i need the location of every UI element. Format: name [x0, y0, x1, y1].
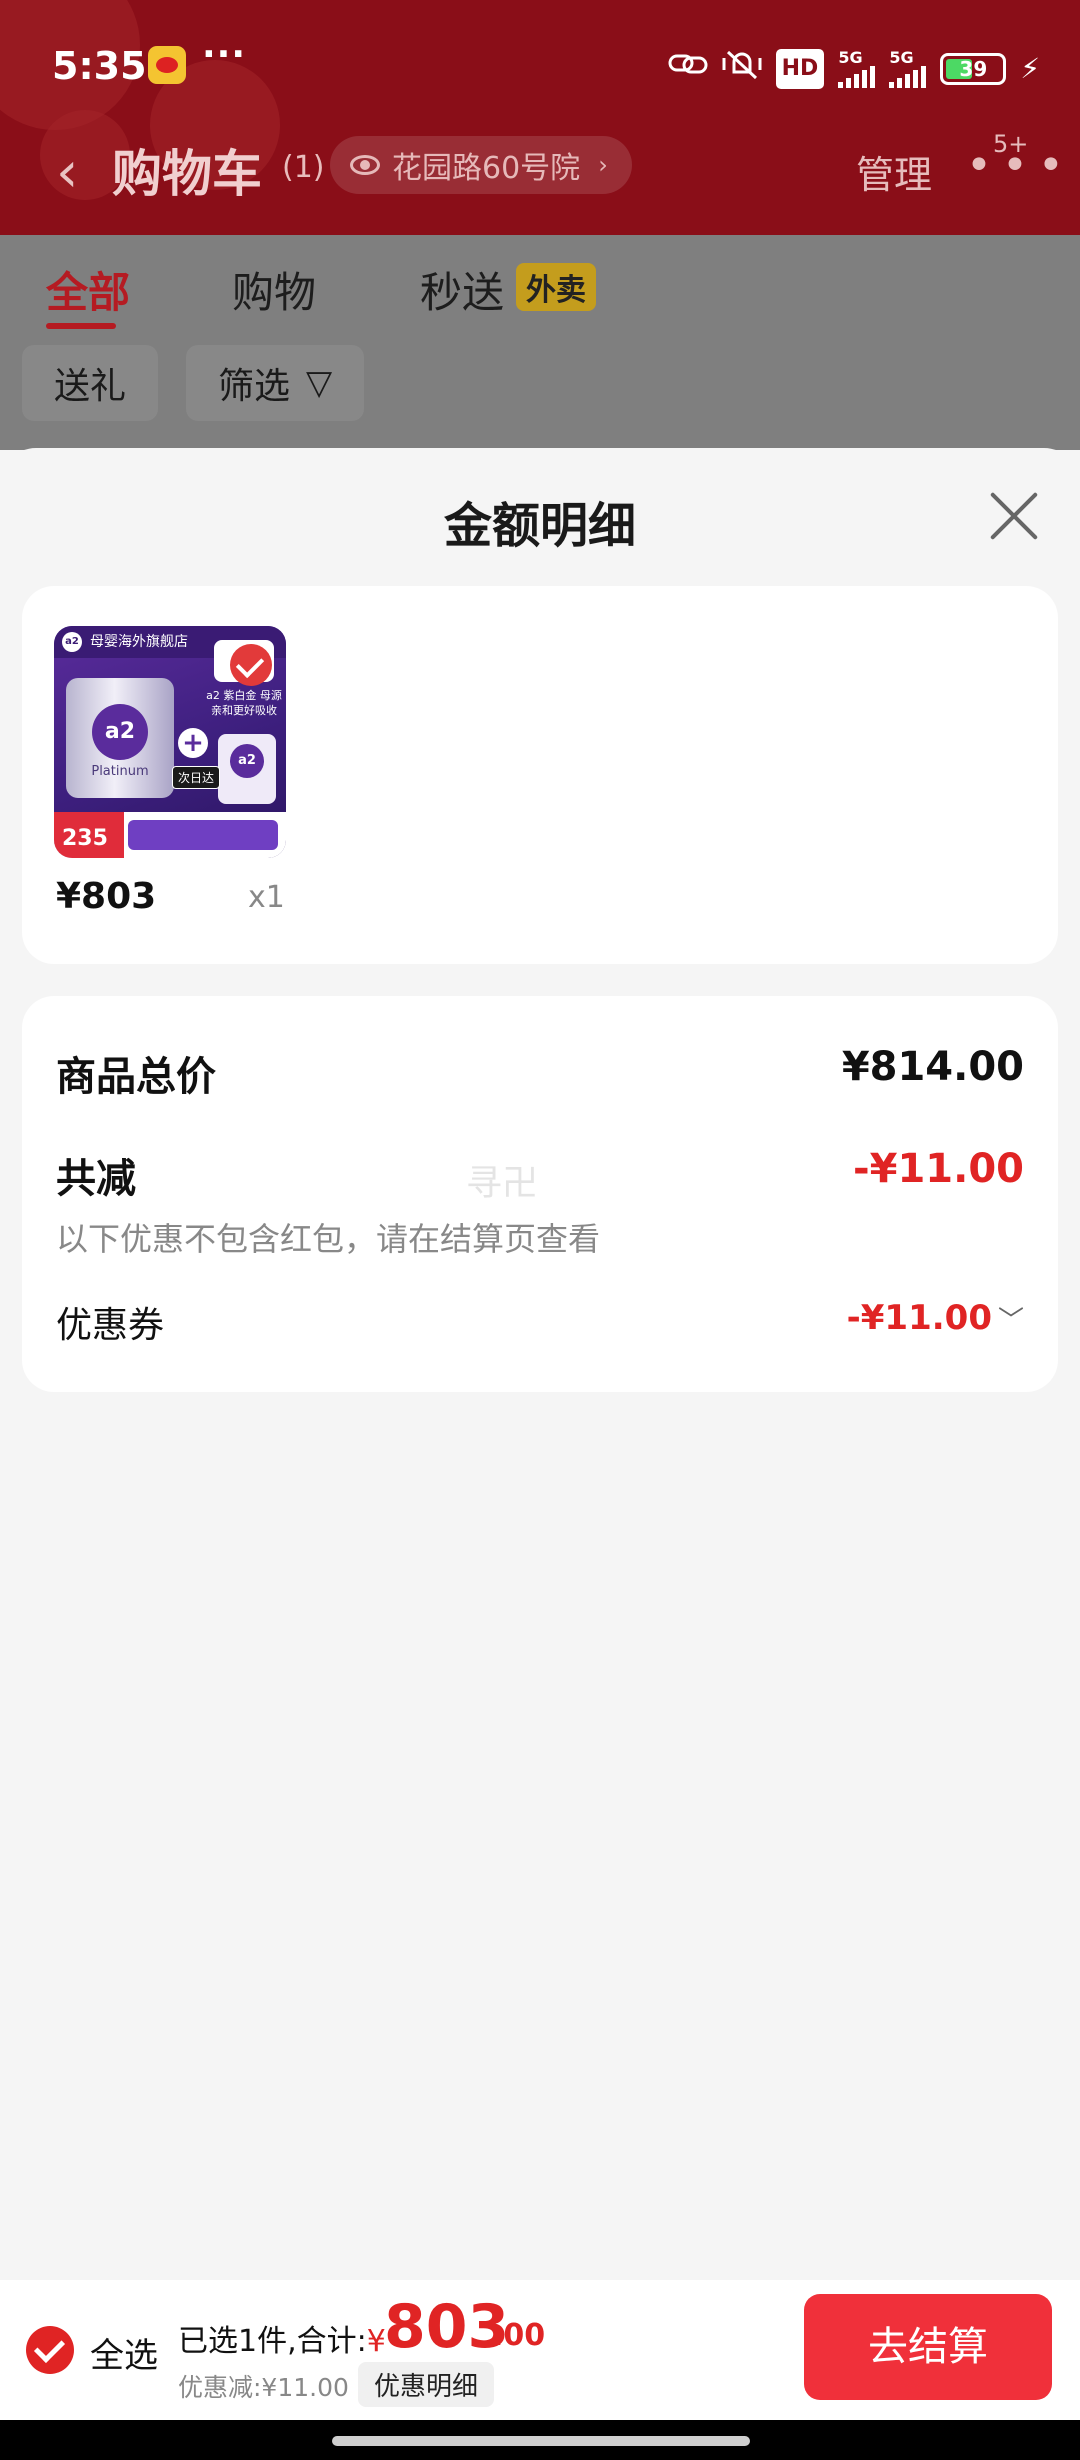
- battery-icon: 39: [940, 52, 1007, 85]
- checkout-button[interactable]: 去结算: [804, 2294, 1052, 2400]
- selected-summary: 已选1件,合计:¥: [178, 2316, 386, 2360]
- funnel-icon: ▽: [306, 363, 333, 403]
- tab-shopping[interactable]: 购物: [232, 259, 316, 320]
- gift-filter-label: 送礼: [54, 366, 127, 407]
- tab-instant-delivery[interactable]: 秒送: [420, 259, 504, 320]
- chevron-down-icon: ﹀: [997, 1306, 1024, 1336]
- coupon-row-toggle[interactable]: -¥11.00 ﹀: [847, 1298, 1024, 1338]
- weibo-notification-icon: [148, 46, 186, 84]
- next-day-tag: 次日达: [172, 766, 221, 789]
- small-can-brand: a2: [230, 744, 264, 778]
- filter-label: 筛选: [218, 366, 291, 407]
- gesture-bar: [0, 2420, 1080, 2460]
- price-summary-card: 商品总价 ¥814.00 共减 -¥11.00 寻卍 以下优惠不包含红包，请在结…: [22, 996, 1058, 1392]
- amount-detail-sheet: 金额明细 母婴海外旗舰店 a2 a2 Platinum + a2 a2 紫白金 …: [0, 448, 1080, 2280]
- coupon-label: 优惠券: [56, 1305, 165, 1346]
- item-quantity: x1: [248, 880, 285, 915]
- battery-level: 39: [959, 56, 988, 81]
- address-text: 花园路60号院: [392, 151, 581, 186]
- home-indicator[interactable]: [332, 2436, 750, 2446]
- selected-text: 已选1件,合计:: [178, 2324, 367, 2359]
- message-badge: 5+: [993, 130, 1029, 158]
- status-time: 5:35: [52, 44, 147, 88]
- charging-icon: ⚡: [1020, 51, 1040, 85]
- signal-icon: 5G: [889, 47, 927, 88]
- total-amount-decimal: .00: [492, 2318, 546, 2353]
- more-notifications-icon: ···: [202, 34, 247, 75]
- signal-icon: 5G: [838, 47, 876, 88]
- thumb-ribbon: [128, 820, 278, 850]
- page-title: 购物车: [112, 145, 262, 203]
- gift-filter-chip[interactable]: 送礼: [22, 345, 159, 421]
- total-price-value: ¥814.00: [841, 1044, 1024, 1090]
- brand-logo: a2: [62, 632, 82, 652]
- checkout-bar: 全选 已选1件,合计:¥ 803 .00 优惠减:¥11.00 优惠明细 去结算: [0, 2280, 1080, 2420]
- select-all-checkbox[interactable]: [26, 2326, 74, 2374]
- system-icons: HD 5G 5G 39 ⚡: [668, 48, 1040, 89]
- can-brand: a2: [92, 704, 148, 760]
- select-all-label[interactable]: 全选: [90, 2328, 158, 2377]
- plus-icon: +: [178, 728, 208, 758]
- navbar: ‹ 购物车 (1) 花园路60号院 › 管理 • • • 5+: [0, 130, 1080, 230]
- promo-text: a2 紫白金 母源亲和更好吸收: [206, 689, 282, 717]
- mute-vibrate-icon: [722, 48, 762, 89]
- coupon-value: -¥11.00: [846, 1298, 992, 1338]
- signal-bars: [838, 65, 876, 88]
- item-price: ¥803: [56, 876, 157, 917]
- tab-indicator: [46, 323, 116, 329]
- sheet-title: 金额明细: [443, 498, 636, 554]
- total-reduce-value: -¥11.00: [853, 1146, 1024, 1192]
- hd-icon: HD: [775, 48, 825, 89]
- signal-bars: [889, 65, 927, 88]
- total-amount-integer: 803: [384, 2292, 510, 2362]
- manage-button[interactable]: 管理: [856, 144, 932, 199]
- total-reduce-label: 共减: [56, 1156, 136, 1202]
- watermark: 寻卍: [466, 1163, 539, 1204]
- address-selector[interactable]: 花园路60号院 ›: [330, 136, 632, 194]
- cart-tabs-overlay: 全部 购物 秒送 外卖 送礼 筛选 ▽: [0, 235, 1080, 450]
- takeout-badge: 外卖: [516, 263, 596, 311]
- total-price-label: 商品总价: [56, 1054, 216, 1100]
- small-can-image: a2: [218, 734, 276, 804]
- currency-symbol: ¥: [366, 2324, 386, 2359]
- signal-label: 5G: [889, 47, 914, 67]
- back-icon[interactable]: ‹: [56, 140, 78, 205]
- milk-can-image: a2 Platinum: [66, 678, 174, 798]
- product-card: 母婴海外旗舰店 a2 a2 Platinum + a2 a2 紫白金 母源亲和更…: [22, 586, 1058, 964]
- link-icon: [668, 50, 708, 87]
- tab-all[interactable]: 全部: [46, 259, 130, 320]
- cart-count: (1): [282, 150, 325, 185]
- signal-label: 5G: [838, 47, 863, 67]
- eye-icon: [350, 155, 380, 175]
- status-bar: 5:35 ··· HD 5G 5G 39 ⚡: [0, 0, 1080, 135]
- close-icon[interactable]: [988, 490, 1040, 542]
- can-label: Platinum: [91, 764, 149, 779]
- thumb-price-tag: 235: [54, 812, 124, 858]
- discount-note: 以下优惠不包含红包，请在结算页查看: [56, 1220, 601, 1258]
- filter-chip[interactable]: 筛选 ▽: [186, 345, 365, 421]
- chevron-right-icon: ›: [598, 151, 608, 179]
- discount-summary: 优惠减:¥11.00: [178, 2373, 349, 2402]
- app-header: 5:35 ··· HD 5G 5G 39 ⚡ ‹ 购物车 (1) 花园路60号院…: [0, 0, 1080, 235]
- product-thumbnail[interactable]: 母婴海外旗舰店 a2 a2 Platinum + a2 a2 紫白金 母源亲和更…: [54, 626, 286, 858]
- discount-detail-button[interactable]: 优惠明细: [358, 2362, 495, 2407]
- selected-check-icon: [230, 644, 272, 686]
